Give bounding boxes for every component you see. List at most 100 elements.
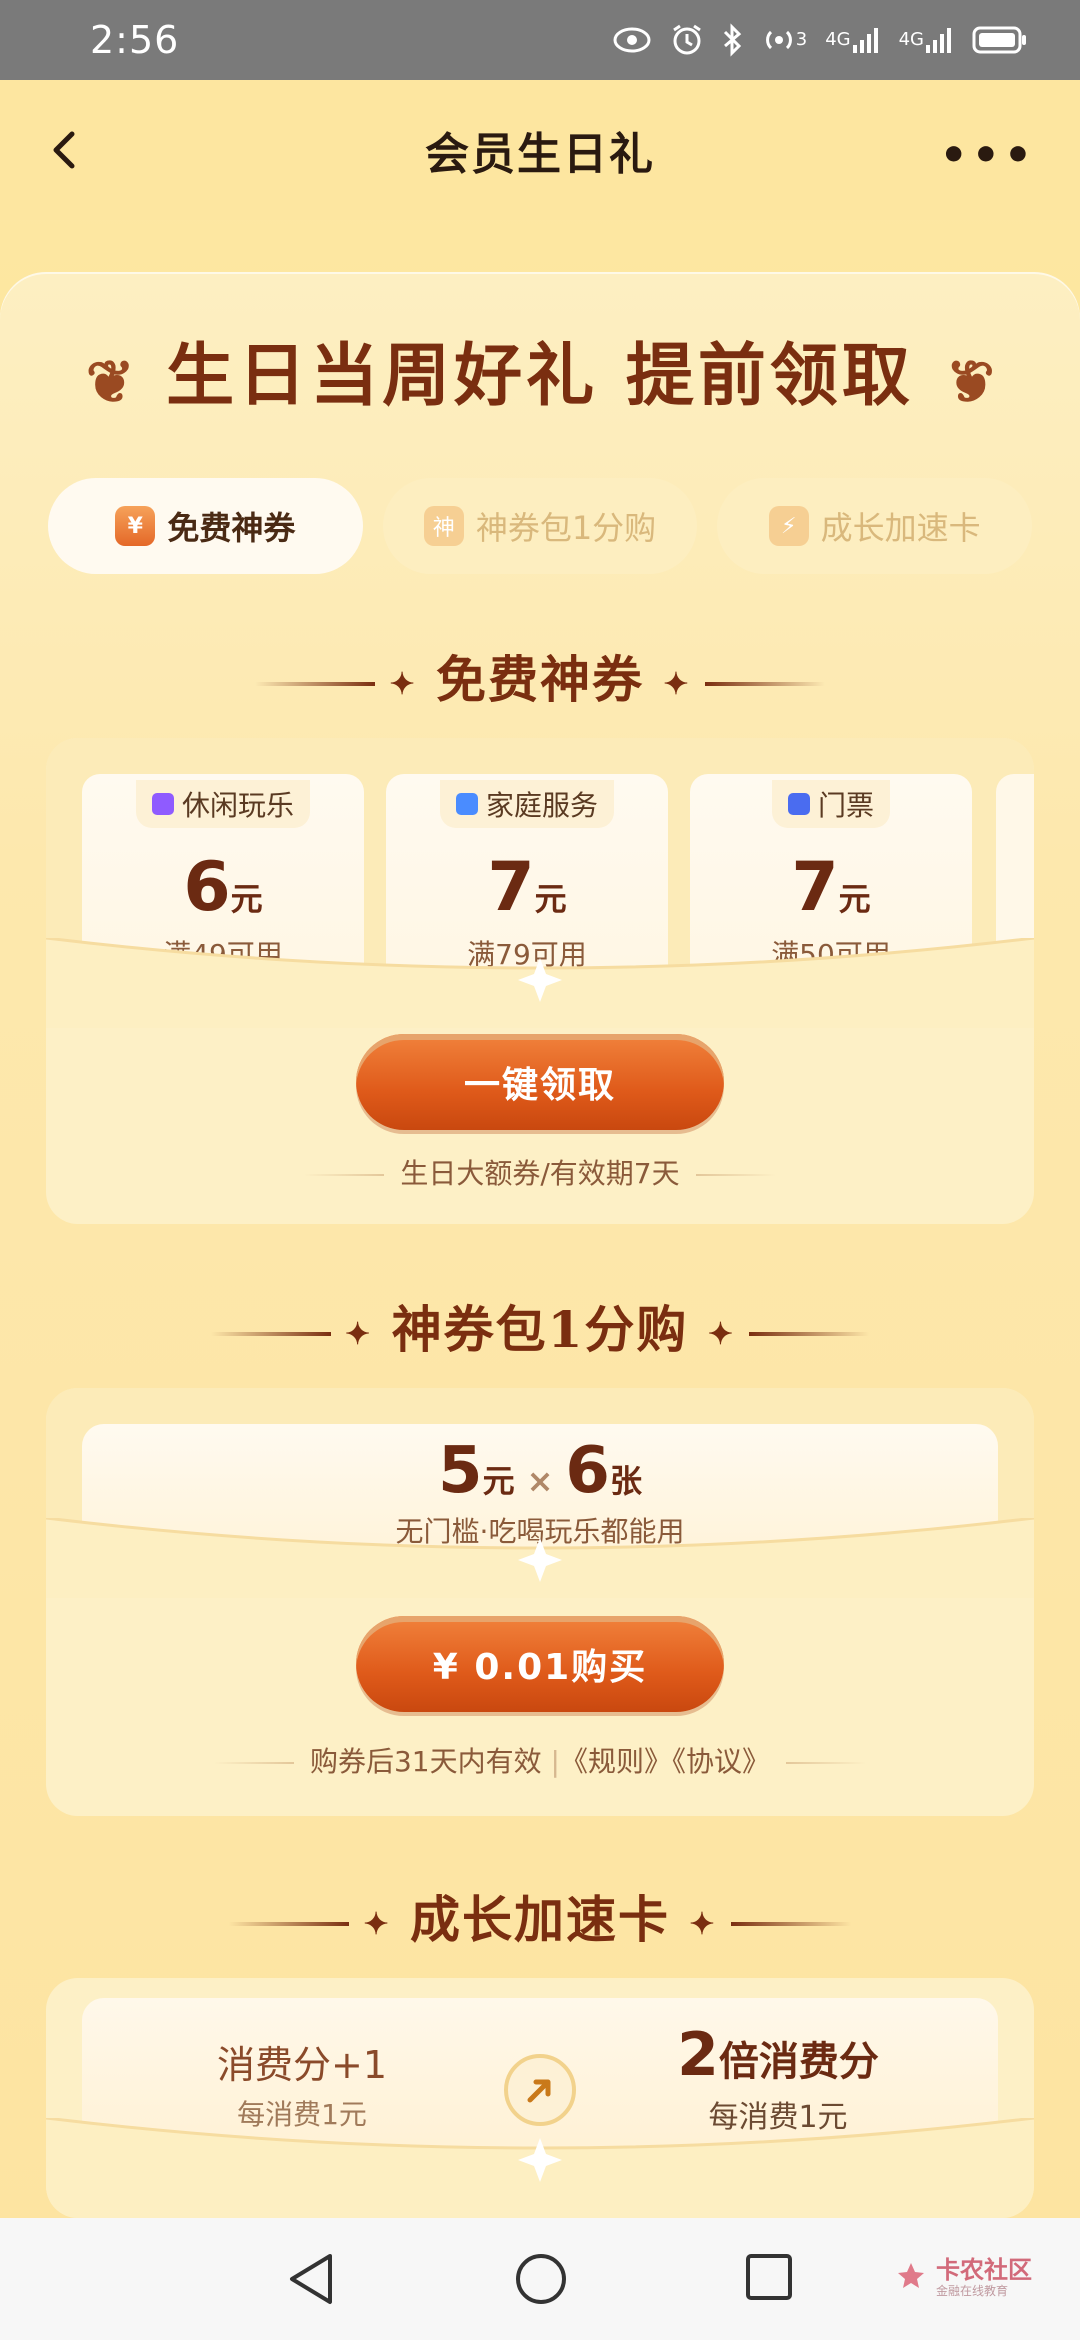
coupon-tag: 家庭服务	[439, 780, 614, 828]
coupon-amount-value: 7	[791, 848, 839, 927]
coupon-amount-value: 7	[487, 848, 535, 927]
sparkle-icon: ✦	[363, 1906, 391, 1942]
coupon-tag: 休闲玩乐	[135, 780, 310, 828]
pack-amount: 5	[438, 1434, 483, 1508]
claim-all-button[interactable]: 一键领取	[356, 1034, 724, 1130]
sparkle-icon: ✦	[663, 666, 691, 702]
bluetooth-icon	[722, 23, 744, 57]
coupon-amount: 7元	[690, 848, 972, 927]
status-bar: 2:56 3 4G 4G	[0, 0, 1080, 80]
back-arrow-icon[interactable]	[44, 128, 88, 172]
watermark: 卡农社区 金融在线教育	[894, 2258, 1032, 2299]
tab-bar: ¥ 免费神券 神 神券包1分购 ⚡ 成长加速卡	[48, 478, 1033, 574]
status-icons: 3 4G 4G	[612, 23, 1028, 57]
section-heading-growth-card: ✦ 成长加速卡 ✦	[0, 1880, 1080, 1952]
watermark-title: 卡农社区	[936, 2256, 1032, 2284]
section-title: 免费神券	[436, 650, 644, 709]
tab-label: 神券包1分购	[475, 509, 657, 547]
signal-b-icon: 4G	[899, 25, 954, 55]
divider	[704, 682, 825, 686]
more-options-icon[interactable]: •••	[940, 130, 1036, 181]
pocket-overlay	[46, 1518, 1034, 1598]
coupon-amount-unit: 元	[838, 880, 871, 918]
sparkle-icon: ✦	[389, 666, 417, 702]
divider	[229, 1922, 350, 1926]
shen-badge-icon: 神	[423, 506, 464, 546]
eye-icon	[612, 26, 652, 54]
coupon-pack-note-row: 购券后31天内有效 |《规则》《协议》	[46, 1740, 1034, 1780]
leisure-icon	[151, 793, 174, 815]
free-coupons-note: 生日大额券/有效期7天	[400, 1157, 680, 1190]
section-heading-coupon-pack: ✦ 神券包1分购 ✦	[0, 1290, 1080, 1362]
coupon-pack-note: 购券后31天内有效	[309, 1745, 542, 1778]
section-title: 神券包1分购	[391, 1300, 689, 1359]
signal-superscript: 3	[795, 29, 808, 50]
divider	[730, 1922, 851, 1926]
sparkle-icon: ✦	[345, 1316, 373, 1352]
home-icon	[455, 793, 478, 815]
signal-a-icon: 4G	[825, 25, 880, 55]
coupon-amount: 6元	[82, 848, 364, 927]
growth-right-title-row: 2倍消费分	[558, 2020, 998, 2090]
pocket-overlay	[46, 2118, 1034, 2218]
tab-coupon-pack[interactable]: 神 神券包1分购	[382, 478, 698, 574]
pack-amount-row: 5元 × 6张	[82, 1434, 998, 1508]
pack-count-unit: 张	[609, 1462, 642, 1500]
buy-button[interactable]: ¥ 0.01购买	[356, 1616, 724, 1712]
divider	[786, 1762, 866, 1764]
lightning-icon: ⚡	[768, 506, 809, 546]
coupon-amount-unit: 元	[230, 880, 263, 918]
coupon-tag: 门票	[771, 780, 890, 828]
rules-link[interactable]: 《规则》	[560, 1745, 672, 1778]
laurel-left-icon: ❦	[85, 347, 139, 416]
watermark-sub: 金融在线教育	[936, 2284, 1009, 2298]
growth-card: 消费分+1 每消费1元 2倍消费分 每消费1元	[46, 1978, 1034, 2218]
laurel-right-icon: ❦	[941, 347, 995, 416]
agreement-link[interactable]: 《协议》	[672, 1745, 770, 1778]
growth-left-title: 消费分+1	[216, 2043, 388, 2087]
network-a-label: 4G	[825, 29, 851, 50]
status-time: 2:56	[90, 18, 180, 62]
pack-amount-unit: 元	[482, 1462, 515, 1500]
pack-count: 6	[565, 1434, 610, 1508]
page-title: 会员生日礼	[425, 129, 655, 180]
divider	[255, 682, 376, 686]
sparkle-icon: ✦	[689, 1906, 717, 1942]
tab-label: 成长加速卡	[820, 509, 981, 547]
pocket-overlay	[46, 938, 1034, 1028]
hero-title: 生日当周好礼 提前领取	[166, 336, 914, 416]
free-coupons-card: 休闲玩乐 6元 满49可用 家庭服务 7元 满79可用 门票 7元 满50可用 …	[46, 738, 1034, 1224]
watermark-text: 卡农社区 金融在线教育	[936, 2258, 1032, 2299]
nav-back-triangle-icon[interactable]	[286, 2252, 336, 2310]
hero-title-row: ❦ 生日当周好礼 提前领取 ❦	[0, 320, 1080, 419]
coupon-category: 家庭服务	[485, 789, 598, 822]
divider	[304, 1174, 385, 1176]
growth-multiplier: 2	[677, 2020, 719, 2090]
times-sign: ×	[526, 1462, 554, 1500]
divider	[213, 1762, 294, 1764]
coupon-amount-unit: 元	[534, 880, 567, 918]
sparkle-icon: ✦	[707, 1316, 735, 1352]
divider	[695, 1174, 776, 1176]
nav-home-circle-icon[interactable]	[514, 2252, 568, 2310]
coupon-pack-card: 5元 × 6张 无门槛·吃喝玩乐都能用 ¥ 0.01购买 购券后31天内有效 |《规…	[46, 1388, 1034, 1816]
system-nav-bar: 卡农社区 金融在线教育	[0, 2218, 1080, 2340]
alarm-icon	[670, 23, 704, 57]
section-heading-free-coupons: ✦ 免费神券 ✦	[0, 640, 1080, 712]
tab-free-coupons[interactable]: ¥ 免费神券	[48, 478, 363, 574]
tab-growth-card[interactable]: ⚡ 成长加速卡	[717, 478, 1033, 574]
hotspot-icon: 3	[762, 23, 807, 57]
coupon-amount-value: 6	[183, 848, 231, 927]
growth-right-title: 倍消费分	[718, 2039, 879, 2085]
castle-icon	[787, 793, 810, 815]
battery-icon	[972, 25, 1028, 55]
nav-bar: 会员生日礼 •••	[0, 80, 1080, 220]
divider	[748, 1332, 869, 1336]
nav-recents-square-icon[interactable]	[744, 2252, 794, 2306]
coupon-amount: 7元	[386, 848, 668, 927]
coupon-category: 休闲玩乐	[181, 789, 294, 822]
yen-ticket-icon: ¥	[115, 506, 156, 546]
free-coupons-note-row: 生日大额券/有效期7天	[46, 1152, 1034, 1192]
network-b-label: 4G	[898, 29, 924, 50]
note-separator: |	[550, 1745, 560, 1778]
